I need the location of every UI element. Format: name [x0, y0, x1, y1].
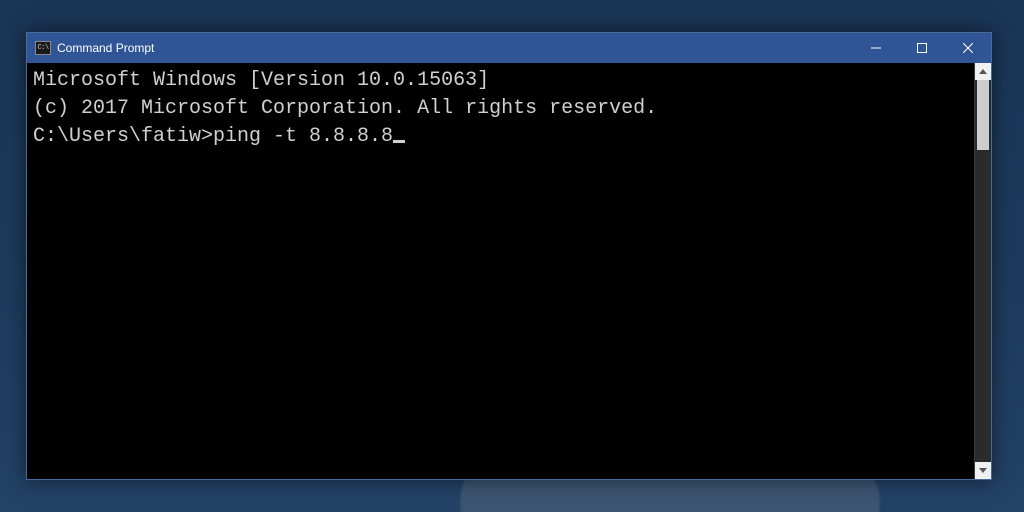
output-line-copyright: (c) 2017 Microsoft Corporation. All righ… — [33, 95, 968, 123]
console-output[interactable]: Microsoft Windows [Version 10.0.15063](c… — [27, 63, 974, 479]
prompt-line: C:\Users\fatiw>ping -t 8.8.8.8 — [33, 123, 968, 151]
scroll-up-button[interactable] — [975, 63, 991, 80]
cmd-app-icon: C:\ — [35, 41, 51, 55]
minimize-icon — [871, 43, 881, 53]
output-line-version: Microsoft Windows [Version 10.0.15063] — [33, 67, 968, 95]
titlebar[interactable]: C:\ Command Prompt — [27, 33, 991, 63]
prompt-path: C:\Users\fatiw> — [33, 125, 213, 148]
typed-command: ping -t 8.8.8.8 — [213, 125, 393, 148]
close-button[interactable] — [945, 33, 991, 63]
command-prompt-window: C:\ Command Prompt — [26, 32, 992, 480]
scroll-down-button[interactable] — [975, 462, 991, 479]
minimize-button[interactable] — [853, 33, 899, 63]
maximize-icon — [917, 43, 927, 53]
close-icon — [963, 43, 973, 53]
window-title: Command Prompt — [57, 41, 154, 55]
titlebar-left: C:\ Command Prompt — [27, 41, 154, 55]
console-client-area: Microsoft Windows [Version 10.0.15063](c… — [27, 63, 991, 479]
text-cursor — [393, 140, 405, 143]
window-controls — [853, 33, 991, 63]
maximize-button[interactable] — [899, 33, 945, 63]
desktop-background: C:\ Command Prompt — [0, 0, 1024, 512]
vertical-scrollbar[interactable] — [974, 63, 991, 479]
scroll-thumb[interactable] — [977, 80, 989, 150]
